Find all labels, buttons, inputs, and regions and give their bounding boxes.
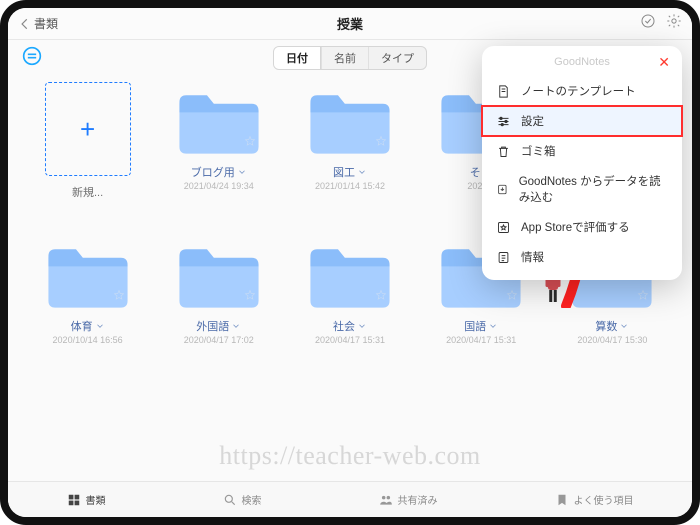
- star-icon: [375, 134, 387, 152]
- grid-icon: [67, 493, 81, 507]
- menu-trash[interactable]: ゴミ箱: [482, 136, 682, 166]
- folder-date: 2021/01/14 15:42: [315, 181, 385, 191]
- folder-date: 2020/04/17 15:31: [315, 335, 385, 345]
- tab-shared[interactable]: 共有済み: [379, 492, 438, 507]
- star-icon: [244, 288, 256, 306]
- back-label: 書類: [34, 15, 58, 32]
- sort-type[interactable]: タイプ: [368, 47, 426, 69]
- chevron-down-icon: [95, 321, 105, 331]
- plus-icon: +: [45, 82, 131, 176]
- folder-name: 算数: [595, 318, 617, 334]
- folder-name: 社会: [333, 318, 355, 334]
- people-icon: [379, 493, 393, 507]
- popover-title: GoodNotes: [554, 56, 610, 68]
- folder-name: 体育: [71, 318, 93, 334]
- chevron-down-icon: [488, 321, 498, 331]
- template-icon: [496, 84, 511, 99]
- star-icon: [244, 134, 256, 152]
- chevron-down-icon: [231, 321, 241, 331]
- sort-segmented[interactable]: 日付 名前 タイプ: [273, 46, 427, 70]
- folder-name: 図工: [333, 164, 355, 180]
- sort-date[interactable]: 日付: [274, 47, 321, 69]
- trash-icon: [496, 144, 511, 159]
- folder-name: ブログ用: [191, 164, 235, 180]
- chevron-down-icon: [357, 321, 367, 331]
- menu-rate[interactable]: App Storeで評価する: [482, 212, 682, 242]
- folder-cell[interactable]: 体育 2020/10/14 16:56: [36, 240, 139, 345]
- folder-cell[interactable]: ブログ用 2021/04/24 19:34: [167, 86, 270, 200]
- close-icon[interactable]: ✕: [658, 54, 670, 71]
- gear-icon[interactable]: [666, 13, 682, 34]
- star-icon: [375, 288, 387, 306]
- select-icon[interactable]: [640, 13, 656, 34]
- watermark: https://teacher-web.com: [219, 441, 481, 471]
- folder-cell[interactable]: 社会 2020/04/17 15:31: [298, 240, 401, 345]
- folder-cell[interactable]: 図工 2021/01/14 15:42: [298, 86, 401, 200]
- folder-date: 2020/04/17 15:31: [446, 335, 516, 345]
- search-icon: [223, 493, 237, 507]
- app-logo-icon[interactable]: [22, 46, 42, 71]
- folder-date: 2020/04/17 15:30: [577, 335, 647, 345]
- sliders-icon: [496, 114, 511, 129]
- chevron-left-icon: [18, 17, 32, 31]
- menu-info[interactable]: 情報: [482, 242, 682, 272]
- folder-date: 2021/04/24 19:34: [184, 181, 254, 191]
- import-icon: [496, 182, 509, 197]
- folder-date: 2020/10/14 16:56: [53, 335, 123, 345]
- settings-popover: GoodNotes ✕ ノートのテンプレート 設定 ゴミ箱 GoodNotes …: [482, 46, 682, 280]
- folder-name: 外国語: [196, 318, 229, 334]
- folder-name: 国語: [464, 318, 486, 334]
- back-button[interactable]: 書類: [18, 15, 58, 32]
- chevron-down-icon: [237, 167, 247, 177]
- star-icon: [506, 288, 518, 306]
- folder-cell[interactable]: 外国語 2020/04/17 17:02: [167, 240, 270, 345]
- new-document-cell[interactable]: + 新規...: [36, 86, 139, 200]
- chevron-down-icon: [357, 167, 367, 177]
- chevron-down-icon: [619, 321, 629, 331]
- menu-templates[interactable]: ノートのテンプレート: [482, 76, 682, 106]
- tab-documents[interactable]: 書類: [67, 492, 106, 507]
- menu-import[interactable]: GoodNotes からデータを読み込む: [482, 166, 682, 212]
- folder-date: 2020/04/17 17:02: [184, 335, 254, 345]
- star-icon: [113, 288, 125, 306]
- tab-search[interactable]: 検索: [223, 492, 262, 507]
- tab-favorites[interactable]: よく使う項目: [555, 492, 634, 507]
- new-document-label: 新規...: [72, 184, 103, 200]
- folder-name: そ: [470, 164, 481, 180]
- star-icon: [637, 288, 649, 306]
- bookmark-icon: [555, 493, 569, 507]
- sort-name[interactable]: 名前: [321, 47, 368, 69]
- star-outline-icon: [496, 220, 511, 235]
- page-title: 授業: [337, 14, 363, 33]
- tab-bar: 書類 検索 共有済み よく使う項目: [8, 481, 692, 517]
- menu-settings[interactable]: 設定: [482, 106, 682, 136]
- info-icon: [496, 250, 511, 265]
